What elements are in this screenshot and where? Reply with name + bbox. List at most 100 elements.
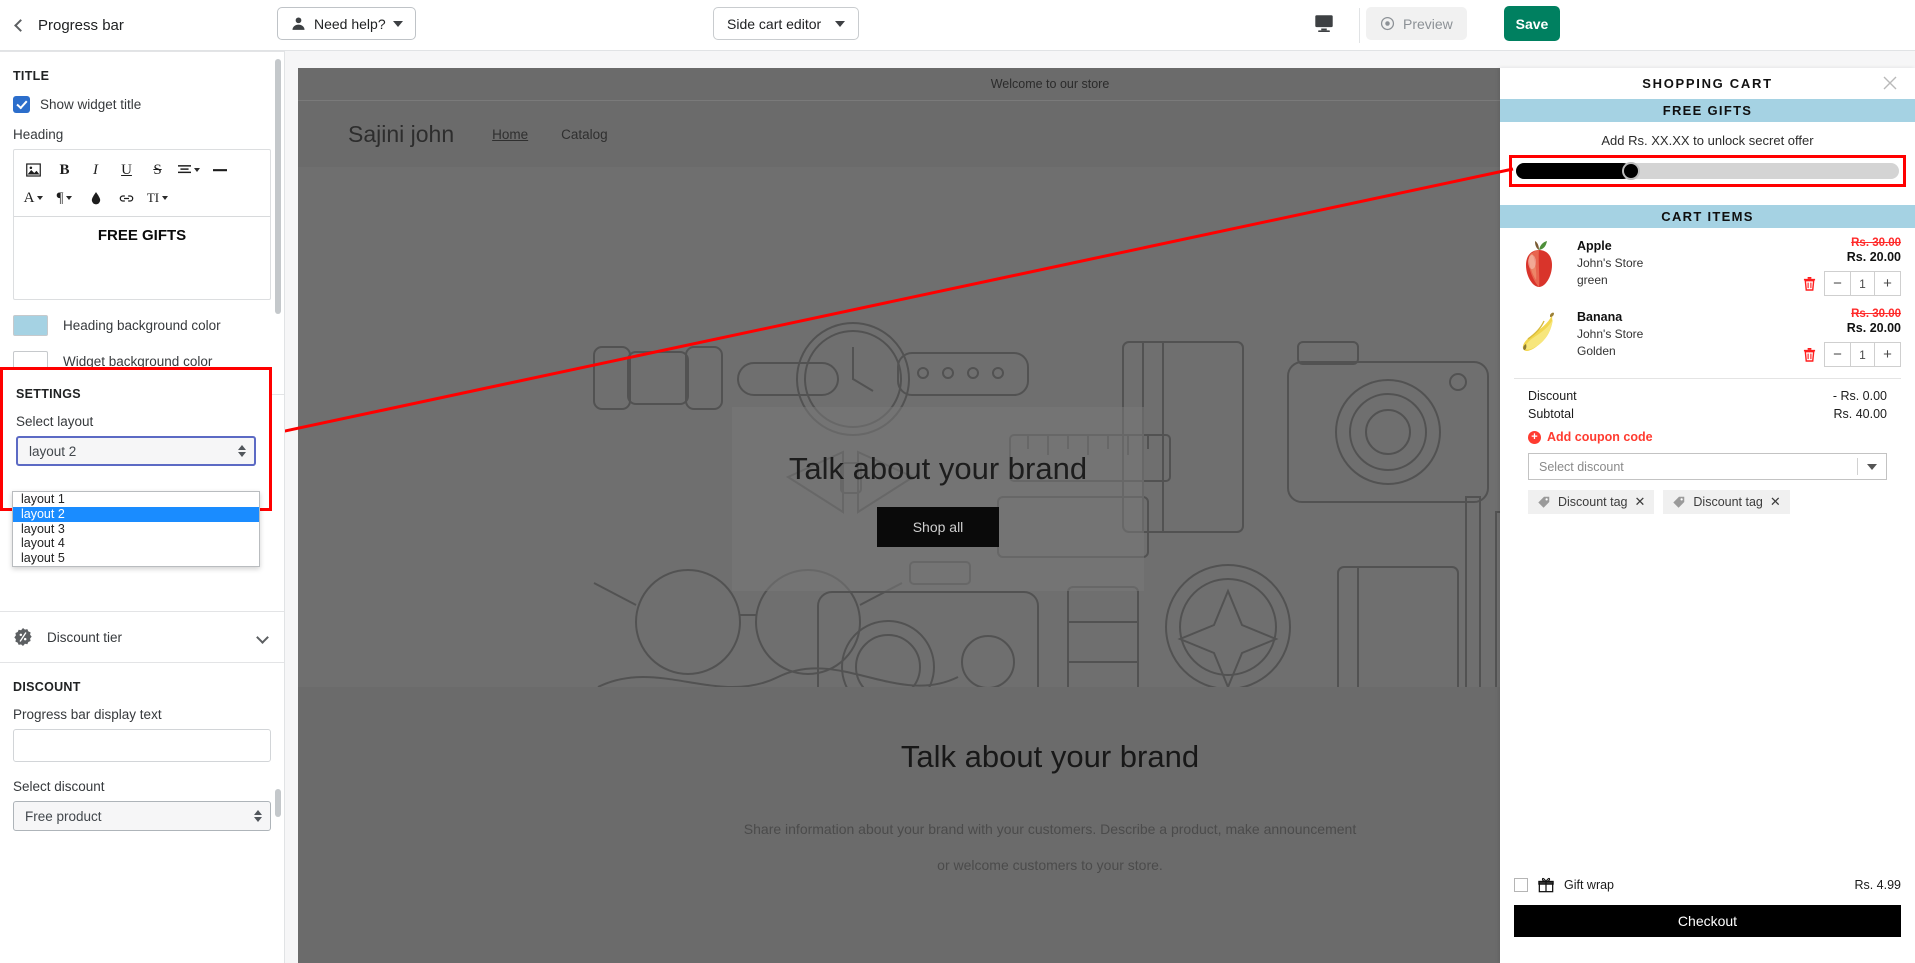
- quantity-value[interactable]: 1: [1850, 343, 1875, 366]
- progress-bar-fill: [1516, 163, 1631, 179]
- cart-item-pricing: Rs. 30.00 Rs. 20.00 − 1 +: [1783, 237, 1901, 296]
- settings-section-heading: SETTINGS: [16, 387, 81, 401]
- quantity-decrease-button[interactable]: −: [1825, 272, 1850, 295]
- quantity-decrease-button[interactable]: −: [1825, 343, 1850, 366]
- discount-tag[interactable]: Discount tag ✕: [1663, 490, 1790, 514]
- subtotal-label: Subtotal: [1528, 407, 1574, 421]
- shop-all-button[interactable]: Shop all: [876, 507, 1000, 547]
- chevron-down-icon[interactable]: [1858, 463, 1886, 470]
- heading-bg-color-label: Heading background color: [63, 318, 221, 333]
- sidebar-scrollbar-lower[interactable]: [275, 789, 281, 817]
- strikethrough-icon[interactable]: S: [142, 156, 173, 184]
- top-toolbar: Progress bar Need help? Side cart editor…: [0, 0, 1915, 51]
- image-icon[interactable]: [18, 156, 49, 184]
- heading-bg-color-row[interactable]: Heading background color: [13, 300, 271, 336]
- gift-icon: [1538, 877, 1554, 893]
- cart-item-store: John's Store: [1577, 327, 1644, 341]
- preview-stage: Welcome to our store Sajini john Home Ca…: [285, 51, 1915, 963]
- nav-link-home[interactable]: Home: [492, 127, 528, 142]
- show-widget-title-label: Show widget title: [40, 97, 142, 112]
- hero-content-card: Talk about your brand Shop all: [732, 407, 1144, 591]
- cart-item-name: Banana: [1577, 310, 1623, 324]
- rte-content-area[interactable]: FREE GIFTS: [14, 217, 270, 299]
- discount-tag[interactable]: Discount tag ✕: [1528, 490, 1655, 514]
- bold-icon[interactable]: B: [49, 156, 80, 184]
- discount-select-value: Free product: [25, 808, 102, 824]
- checkout-button[interactable]: Checkout: [1514, 905, 1901, 937]
- close-icon[interactable]: [1882, 75, 1898, 91]
- settings-section: SETTINGS Select layout layout 2: [3, 370, 269, 466]
- layout-options-list[interactable]: layout 1 layout 2 layout 3 layout 4 layo…: [12, 491, 260, 567]
- discount-tag-label: Discount tag: [1558, 495, 1628, 509]
- discount-value: - Rs. 0.00: [1832, 389, 1887, 403]
- discount-tier-row[interactable]: Discount tier: [0, 612, 284, 662]
- quantity-value[interactable]: 1: [1850, 272, 1875, 295]
- nav-link-catalog[interactable]: Catalog: [561, 127, 608, 142]
- quantity-stepper[interactable]: − 1 +: [1824, 342, 1901, 367]
- save-button[interactable]: Save: [1504, 6, 1560, 41]
- rte-toolbar-row-1: B I U S: [18, 156, 266, 184]
- rte-toolbar-row-2: A ¶ TI: [18, 184, 266, 212]
- store-brand-name: Sajini john: [348, 120, 455, 147]
- rich-text-editor[interactable]: B I U S A ¶ TI FREE GIFTS: [13, 149, 271, 300]
- remove-tag-icon[interactable]: ✕: [1634, 494, 1645, 510]
- back-chevron-icon[interactable]: [14, 18, 27, 32]
- discount-tags: Discount tag ✕ Discount tag ✕: [1528, 480, 1887, 514]
- text-size-icon[interactable]: TI: [142, 184, 173, 212]
- heading-bg-color-swatch[interactable]: [13, 315, 48, 336]
- cart-item-info: Banana John's Store Golden: [1577, 308, 1770, 367]
- remove-tag-icon[interactable]: ✕: [1770, 494, 1781, 510]
- need-help-button[interactable]: Need help?: [277, 7, 416, 40]
- add-coupon-code-button[interactable]: + Add coupon code: [1528, 423, 1887, 453]
- cart-item-name: Apple: [1577, 239, 1612, 253]
- highlight-color-icon[interactable]: [80, 184, 111, 212]
- italic-icon[interactable]: I: [80, 156, 111, 184]
- horizontal-rule-icon[interactable]: [204, 156, 235, 184]
- align-icon[interactable]: [173, 156, 204, 184]
- font-color-icon[interactable]: A: [18, 184, 49, 212]
- show-widget-title-row[interactable]: Show widget title: [13, 96, 271, 127]
- discount-select[interactable]: Free product: [13, 801, 271, 831]
- cart-item-variant: green: [1577, 273, 1608, 287]
- desktop-preview-icon[interactable]: [1313, 12, 1335, 34]
- editor-mode-label: Side cart editor: [727, 15, 822, 32]
- discount-section: DISCOUNT Progress bar display text Selec…: [0, 663, 284, 831]
- sidebar-scrollbar[interactable]: [275, 59, 281, 314]
- progress-bar-track[interactable]: [1516, 162, 1899, 180]
- preview-button[interactable]: Preview: [1366, 7, 1467, 40]
- cart-discount-select[interactable]: Select discount: [1528, 453, 1887, 480]
- layout-option[interactable]: layout 4: [13, 536, 259, 551]
- layout-option[interactable]: layout 3: [13, 522, 259, 537]
- cart-footer-spacer: [1500, 937, 1915, 963]
- gift-wrap-price: Rs. 4.99: [1854, 878, 1901, 892]
- store-nav: Home Catalog: [492, 127, 608, 142]
- add-coupon-code-label: Add coupon code: [1547, 430, 1653, 444]
- trash-icon[interactable]: [1803, 347, 1816, 362]
- layout-option[interactable]: layout 1: [13, 492, 259, 507]
- progress-bar-display-text-input[interactable]: [13, 729, 271, 762]
- layout-option-selected[interactable]: layout 2: [13, 506, 259, 522]
- editor-mode-select[interactable]: Side cart editor: [713, 7, 860, 40]
- link-icon[interactable]: [111, 184, 142, 212]
- layout-select-value: layout 2: [29, 443, 77, 459]
- quantity-increase-button[interactable]: +: [1875, 272, 1900, 295]
- settings-section-highlight: SETTINGS Select layout layout 2: [0, 367, 272, 511]
- chevron-down-icon[interactable]: [256, 630, 269, 644]
- quantity-increase-button[interactable]: +: [1875, 343, 1900, 366]
- show-widget-title-checkbox[interactable]: [13, 96, 30, 113]
- quantity-stepper[interactable]: − 1 +: [1824, 271, 1901, 296]
- cart-item-info: Apple John's Store green: [1577, 237, 1770, 296]
- discount-badge-icon: [14, 628, 32, 646]
- layout-select[interactable]: layout 2: [16, 436, 256, 466]
- layout-option[interactable]: layout 5: [13, 551, 259, 566]
- trash-icon[interactable]: [1803, 276, 1816, 291]
- underline-icon[interactable]: U: [111, 156, 142, 184]
- cart-item-quantity-controls: − 1 +: [1783, 264, 1901, 296]
- progress-bar-knob[interactable]: [1621, 162, 1640, 180]
- discount-section-heading: DISCOUNT: [13, 680, 81, 694]
- subtotal-row: Subtotal Rs. 40.00: [1528, 405, 1887, 423]
- heading-field-label: Heading: [13, 127, 64, 142]
- gift-wrap-checkbox[interactable]: [1514, 878, 1528, 892]
- paragraph-icon[interactable]: ¶: [49, 184, 80, 212]
- back-navigation[interactable]: Progress bar: [0, 17, 124, 34]
